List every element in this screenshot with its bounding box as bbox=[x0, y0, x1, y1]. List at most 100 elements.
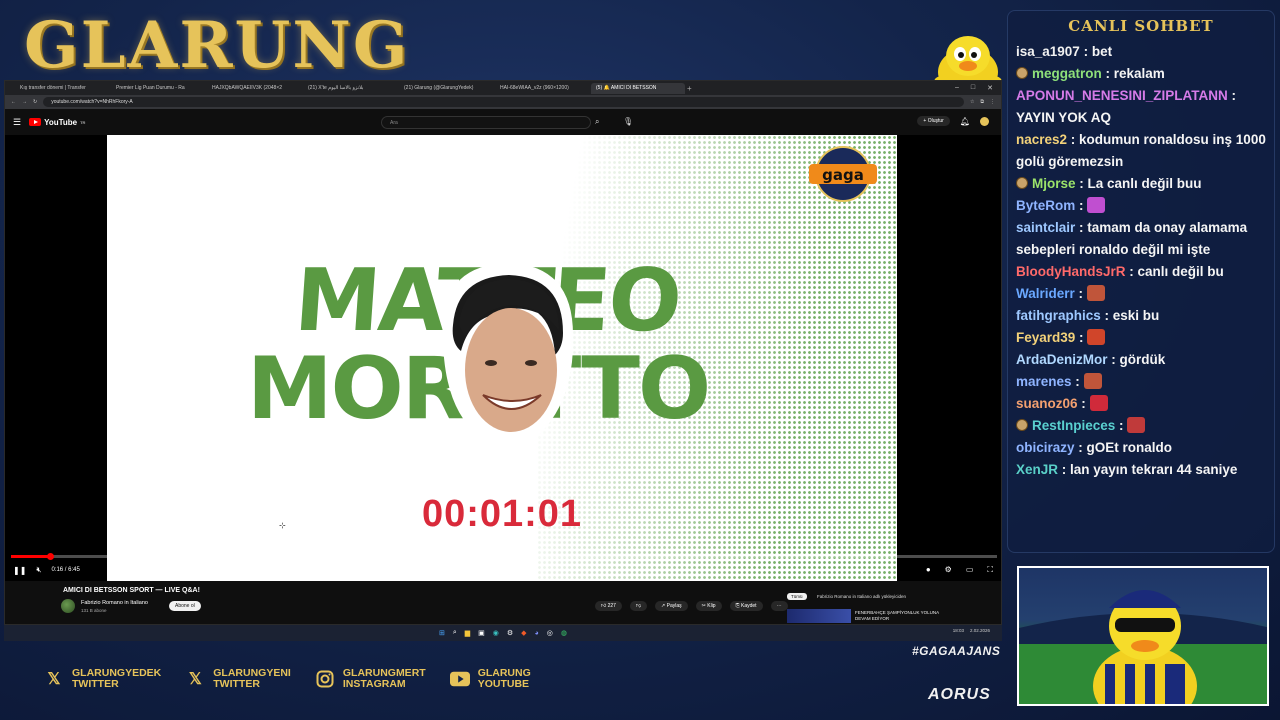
store-icon[interactable]: ▣ bbox=[478, 629, 485, 637]
edge-icon[interactable]: ◉ bbox=[493, 629, 499, 637]
chat-text: La canlı değil buu bbox=[1087, 176, 1202, 191]
back-icon[interactable]: ← bbox=[11, 99, 16, 105]
like-button[interactable]: 👍︎ 227 bbox=[595, 601, 622, 611]
chat-username[interactable]: RestInpieces bbox=[1032, 418, 1115, 433]
chat-message: BloodyHandsJrR : canlı değil bu bbox=[1016, 264, 1224, 279]
chat-message: meggatron : rekalam bbox=[1016, 63, 1266, 85]
save-button[interactable]: ⎘ Kaydet bbox=[729, 601, 763, 611]
chat-message: Walriderr : bbox=[1016, 283, 1266, 305]
chat-message: suanoz06 : bbox=[1016, 393, 1266, 415]
clip-button[interactable]: ✂ Klip bbox=[695, 601, 722, 611]
video-frame[interactable]: MATTEO MORETTO gaga 00:01:01 ⊹ bbox=[107, 135, 897, 581]
chat-username[interactable]: Feyard39 bbox=[1016, 330, 1075, 345]
filter-chip-channel[interactable]: Fabrizio Romano in Italiano adlı yükleyi… bbox=[817, 594, 906, 599]
dislike-button[interactable]: 👎︎ bbox=[629, 601, 648, 611]
channel-name[interactable]: Fabrizio Romano in Italiano bbox=[81, 600, 148, 606]
autoplay-icon[interactable]: ● bbox=[926, 565, 931, 575]
close-icon[interactable]: ✕ bbox=[987, 84, 993, 92]
taskbar-date: 2.02.2026 bbox=[969, 628, 990, 633]
maximize-icon[interactable]: □ bbox=[971, 84, 975, 92]
chat-message: ByteRom : bbox=[1016, 195, 1266, 217]
browser-tab[interactable]: (21) X'te بلانزو بالاسا اليوم bbox=[303, 83, 397, 94]
chat-message: XenJR : lan yayın tekrarı 44 saniye bbox=[1016, 462, 1238, 477]
player-controls: ❚❚ 🔇︎ 0:16 / 6:45 ● ⚙ ▭ ⛶ bbox=[13, 563, 993, 577]
subscribe-button[interactable]: Abone ol bbox=[169, 601, 201, 611]
forward-icon[interactable]: → bbox=[22, 99, 27, 105]
settings-icon[interactable]: ⚙ bbox=[507, 629, 513, 637]
social-twitter-yeni: 𝕏 GLARUNGYENI TWITTER bbox=[185, 668, 291, 690]
hamburger-icon[interactable]: ☰ bbox=[13, 117, 21, 128]
pause-icon[interactable]: ❚❚ bbox=[13, 566, 26, 575]
youtube-header: ☰ YouTube TR Ara ⌕ 🎙︎ + Oluştur 🔔︎ bbox=[5, 109, 1001, 135]
url-input[interactable]: youtube.com/watch?v=NhRhFkory-A bbox=[43, 97, 964, 107]
video-info: AMICI DI BETSSON SPORT — LIVE Q&A! Fabri… bbox=[5, 581, 1001, 624]
chat-username[interactable]: isa_a1907 bbox=[1016, 44, 1080, 59]
create-button[interactable]: + Oluştur bbox=[917, 116, 950, 126]
settings-icon[interactable]: ⚙ bbox=[945, 565, 952, 575]
obs-icon[interactable]: ◎ bbox=[547, 629, 553, 637]
browser-tab[interactable]: HAI-68eWIAA_v2z (960×1200) bbox=[495, 83, 589, 94]
share-button[interactable]: ↗ Paylaş bbox=[655, 601, 688, 611]
more-icon[interactable]: ⋯ bbox=[770, 601, 788, 611]
bookmark-icon[interactable]: ☆ bbox=[970, 99, 974, 105]
social-twitter-yedek: 𝕏 GLARUNGYEDEK TWITTER bbox=[44, 668, 162, 690]
menu-icon[interactable]: ⋮ bbox=[990, 99, 995, 105]
chat-username[interactable]: Mjorse bbox=[1032, 176, 1076, 191]
browser-tab-active[interactable]: (5) 🔔 AMICI DI BETSSON bbox=[591, 82, 685, 94]
chat-username[interactable]: fatihgraphics bbox=[1016, 308, 1101, 323]
search-icon[interactable]: ⌕ bbox=[595, 117, 599, 127]
notifications-icon[interactable]: 🔔︎ bbox=[960, 117, 970, 126]
new-tab-icon[interactable]: + bbox=[687, 84, 699, 93]
chat-text: YAYIN YOK AQ bbox=[1016, 110, 1112, 125]
social-youtube: GLARUNG YOUTUBE bbox=[449, 668, 531, 690]
chat-username[interactable]: saintclair bbox=[1016, 220, 1075, 235]
mute-icon[interactable]: 🔇︎ bbox=[36, 565, 41, 575]
countdown-timer: 00:01:01 bbox=[421, 493, 583, 535]
chat-username[interactable]: APONUN_NENESINI_ZIPLATANN bbox=[1016, 88, 1228, 103]
channel-avatar[interactable] bbox=[61, 599, 75, 613]
filter-chip-all[interactable]: Tümü bbox=[787, 593, 807, 600]
chat-username[interactable]: ByteRom bbox=[1016, 198, 1075, 213]
brave-icon[interactable]: ◆ bbox=[521, 629, 526, 637]
chat-message: Feyard39 : bbox=[1016, 327, 1266, 349]
start-icon[interactable]: ⊞ bbox=[439, 629, 445, 637]
reload-icon[interactable]: ↻ bbox=[33, 99, 37, 105]
sponsor-logo: AORUS bbox=[928, 686, 991, 703]
browser-tab[interactable]: (21) Glarung (@GlarungYedek) bbox=[399, 83, 493, 94]
chat-username[interactable]: Walriderr bbox=[1016, 286, 1075, 301]
chat-username[interactable]: meggatron bbox=[1032, 66, 1102, 81]
search-icon[interactable]: ⌕ bbox=[453, 629, 457, 637]
video-player[interactable]: MATTEO MORETTO gaga 00:01:01 ⊹ bbox=[5, 135, 1001, 581]
miniplayer-icon[interactable]: ▭ bbox=[966, 565, 974, 575]
chat-username[interactable]: BloodyHandsJrR bbox=[1016, 264, 1126, 279]
browser-tab[interactable]: HAJXQbAWQAEIIV3K (2048×2 bbox=[207, 83, 301, 94]
user-badge-icon bbox=[1016, 67, 1028, 79]
fullscreen-icon[interactable]: ⛶ bbox=[987, 565, 993, 575]
chat-title: CANLI SOHBET bbox=[1068, 17, 1214, 35]
avatar[interactable] bbox=[980, 116, 989, 126]
chat-username[interactable]: marenes bbox=[1016, 374, 1072, 389]
chat-username[interactable]: suanoz06 bbox=[1016, 396, 1078, 411]
discord-icon[interactable]: ◕ bbox=[535, 630, 539, 637]
chrome-icon[interactable]: ◍ bbox=[561, 629, 567, 637]
progress-handle[interactable] bbox=[47, 553, 55, 560]
recommended-title[interactable]: FENERBAHÇE ŞAMPİYONLUK YOLUNA DEVAM EDİY… bbox=[855, 610, 945, 622]
progress-bar[interactable] bbox=[11, 553, 997, 560]
chat-message: marenes : bbox=[1016, 371, 1266, 393]
browser-tab[interactable]: Kış transfer dönemi | Transfer bbox=[15, 83, 109, 94]
file-explorer-icon[interactable]: ▆ bbox=[465, 629, 470, 637]
chat-username[interactable]: ArdaDenizMor bbox=[1016, 352, 1108, 367]
recommended-thumbnail[interactable] bbox=[787, 609, 851, 623]
chat-username[interactable]: obicirazy bbox=[1016, 440, 1075, 455]
minimize-icon[interactable]: – bbox=[955, 84, 959, 92]
taskbar-time: 18:03 bbox=[952, 628, 964, 633]
chat-emote-icon bbox=[1127, 417, 1146, 433]
search-input[interactable]: Ara bbox=[381, 116, 591, 129]
extensions-icon[interactable]: ⧉ bbox=[980, 99, 984, 105]
chat-text: bet bbox=[1091, 44, 1113, 59]
mic-icon[interactable]: 🎙︎ bbox=[623, 117, 633, 126]
browser-tab[interactable]: Premier Lig Puan Durumu - Ra bbox=[111, 83, 205, 94]
chat-username[interactable]: XenJR bbox=[1016, 462, 1058, 477]
youtube-logo[interactable]: YouTube TR bbox=[29, 118, 85, 127]
chat-username[interactable]: nacres2 bbox=[1016, 132, 1067, 147]
